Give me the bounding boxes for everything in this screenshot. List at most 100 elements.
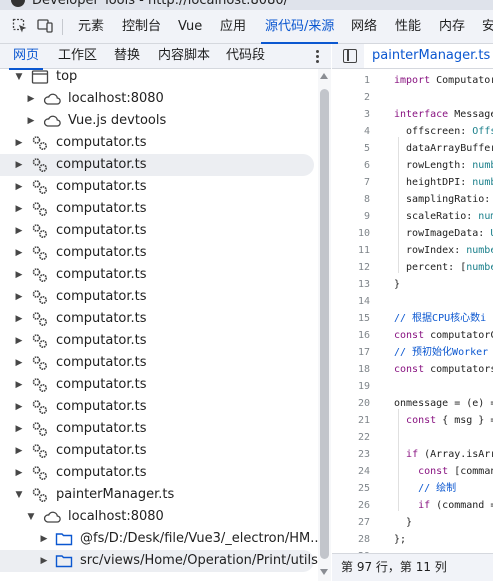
- code-token: const: [418, 466, 449, 477]
- expand-arrow-icon[interactable]: ▶: [14, 286, 24, 308]
- editor-tab-file[interactable]: painterManager.ts: [364, 44, 493, 68]
- code-line: // 预初始化Worker: [394, 344, 488, 361]
- tree-item-computator[interactable]: ▶ computator.ts: [0, 176, 314, 198]
- expand-arrow-icon[interactable]: ▶: [14, 418, 24, 440]
- expand-arrow-icon[interactable]: ▶: [14, 440, 24, 462]
- tree-item-localhost[interactable]: ▶ localhost:8080: [0, 88, 314, 110]
- tree-item-computator[interactable]: ▶ computator.ts: [0, 132, 314, 154]
- tree-item-painter-localhost[interactable]: ▼ localhost:8080: [0, 506, 314, 528]
- collapse-arrow-icon[interactable]: ▼: [26, 506, 36, 528]
- tree-item-fs-folder[interactable]: ▶ @fs/D:/Desk/file/Vue3/_electron/HM...: [0, 528, 318, 550]
- tree-item-computator[interactable]: ▶ computator.ts: [0, 286, 314, 308]
- tab-performance[interactable]: 性能: [395, 10, 421, 44]
- tree-item-vue-devtools[interactable]: ▶ Vue.js devtools: [0, 110, 314, 132]
- tree-label: computator.ts: [56, 399, 147, 414]
- devtools-main-tabbar: 元素 控制台 Vue 应用 源代码/来源 网络 性能 内存 安: [0, 10, 493, 44]
- inspect-element-icon[interactable]: [12, 18, 28, 34]
- tree-item-src-folder[interactable]: ▶ src/views/Home/Operation/Print/utils: [0, 550, 318, 572]
- expand-arrow-icon[interactable]: ▶: [14, 264, 24, 286]
- collapse-arrow-icon[interactable]: ▼: [14, 69, 24, 88]
- tree-item-computator[interactable]: ▶ computator.ts: [0, 418, 314, 440]
- expand-arrow-icon[interactable]: ▶: [14, 352, 24, 374]
- code-token: const: [406, 415, 437, 426]
- tab-network[interactable]: 网络: [351, 10, 377, 44]
- tab-memory[interactable]: 内存: [439, 10, 465, 44]
- tab-snippets[interactable]: 代码段: [226, 44, 265, 69]
- file-gear-icon: [32, 378, 48, 393]
- code-line: import Computator: [394, 72, 493, 89]
- tab-page[interactable]: 网页: [8, 44, 44, 70]
- code-area[interactable]: 1 import Computator 2 3 interface Message 4 o…: [332, 69, 493, 553]
- expand-arrow-icon[interactable]: ▶: [14, 330, 24, 352]
- device-toolbar-icon[interactable]: [37, 18, 53, 34]
- code-token: { msg } =: [436, 415, 493, 426]
- expand-arrow-icon[interactable]: ▶: [39, 550, 49, 572]
- code-token: interface: [394, 109, 449, 120]
- tab-application[interactable]: 应用: [220, 10, 246, 44]
- tree-item-computator[interactable]: ▶ computator.ts: [0, 264, 314, 286]
- tree-item-computator[interactable]: ▶ computator.ts: [0, 242, 314, 264]
- tree-item-painter-manager[interactable]: ▼ painterManager.ts: [0, 484, 314, 506]
- tab-overrides[interactable]: 替换: [114, 44, 140, 69]
- line-number: 22: [357, 432, 370, 443]
- navigator-scrollbar[interactable]: [318, 69, 331, 581]
- code-line: offscreen: Offs: [394, 123, 493, 140]
- tree-item-computator[interactable]: ▶ computator.ts: [0, 154, 314, 176]
- expand-arrow-icon[interactable]: ▶: [14, 220, 24, 242]
- tab-elements[interactable]: 元素: [78, 10, 104, 44]
- collapse-arrow-icon[interactable]: ▼: [14, 484, 24, 506]
- code-token: Computator: [430, 75, 493, 86]
- expand-arrow-icon[interactable]: ▶: [39, 528, 49, 550]
- scroll-up-icon[interactable]: [320, 73, 328, 79]
- line-number: 24: [357, 466, 370, 477]
- expand-arrow-icon[interactable]: ▶: [14, 462, 24, 484]
- code-token: percent: [: [394, 262, 467, 273]
- toolbar-divider: [62, 19, 63, 35]
- scroll-down-icon[interactable]: [320, 569, 328, 575]
- expand-arrow-icon[interactable]: ▶: [14, 198, 24, 220]
- tree-label: top: [56, 69, 78, 84]
- line-number: 11: [357, 245, 370, 256]
- tab-workspace[interactable]: 工作区: [58, 44, 97, 69]
- code-editor-pane: painterManager.ts 1 import Computator 2 3 in…: [332, 44, 493, 581]
- tab-console[interactable]: 控制台: [122, 10, 161, 44]
- tree-item-computator[interactable]: ▶ computator.ts: [0, 330, 314, 352]
- scrollbar-thumb[interactable]: [320, 89, 329, 559]
- sidebar-toggle-icon[interactable]: [343, 49, 357, 63]
- tree-item-computator[interactable]: ▶ computator.ts: [0, 352, 314, 374]
- more-vert-icon[interactable]: [310, 49, 324, 64]
- code-line: const [comman: [394, 463, 493, 480]
- code-line: const computators: [394, 361, 493, 378]
- tab-sources[interactable]: 源代码/来源: [260, 10, 339, 44]
- code-token: }: [394, 517, 413, 528]
- line-number: 26: [357, 500, 370, 511]
- tree-item-computator[interactable]: ▶ computator.ts: [0, 440, 314, 462]
- tab-vue[interactable]: Vue: [178, 10, 202, 44]
- tree-item-computator[interactable]: ▶ computator.ts: [0, 220, 314, 242]
- code-line: }: [394, 276, 400, 293]
- tree-label: computator.ts: [56, 157, 147, 172]
- tree-item-computator[interactable]: ▶ computator.ts: [0, 308, 314, 330]
- tab-security[interactable]: 安: [482, 10, 493, 44]
- expand-arrow-icon[interactable]: ▶: [26, 88, 36, 110]
- tab-content-scripts[interactable]: 内容脚本: [158, 44, 210, 69]
- file-gear-icon: [32, 246, 48, 261]
- tree-item-computator[interactable]: ▶ computator.ts: [0, 198, 314, 220]
- tree-item-computator[interactable]: ▶ computator.ts: [0, 374, 314, 396]
- tree-item-top[interactable]: ▼ top: [0, 69, 314, 88]
- code-token: }: [394, 279, 401, 290]
- expand-arrow-icon[interactable]: ▶: [14, 132, 24, 154]
- expand-arrow-icon[interactable]: ▶: [14, 396, 24, 418]
- expand-arrow-icon[interactable]: ▶: [14, 176, 24, 198]
- tree-item-computator[interactable]: ▶ computator.ts: [0, 462, 314, 484]
- tree-item-computator[interactable]: ▶ computator.ts: [0, 396, 314, 418]
- window-title-bar: Developer Tools - http://localhost:8080/: [0, 0, 493, 10]
- expand-arrow-icon[interactable]: ▶: [14, 374, 24, 396]
- editor-tabbar: painterManager.ts: [332, 44, 493, 69]
- expand-arrow-icon[interactable]: ▶: [14, 154, 24, 176]
- expand-arrow-icon[interactable]: ▶: [14, 242, 24, 264]
- expand-arrow-icon[interactable]: ▶: [26, 110, 36, 132]
- expand-arrow-icon[interactable]: ▶: [14, 308, 24, 330]
- code-line: const { msg } =: [394, 412, 493, 429]
- file-gear-icon: [32, 466, 48, 481]
